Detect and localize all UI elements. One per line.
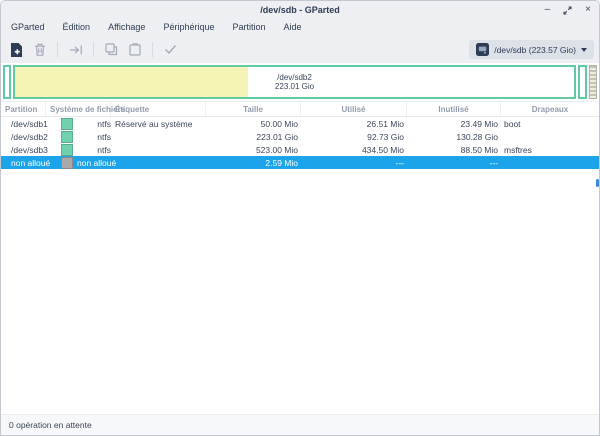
filesystem-color-swatch — [61, 144, 73, 156]
cell-partition: /dev/sdb3 — [1, 145, 53, 155]
resize-move-button[interactable] — [65, 39, 86, 60]
menu-gparted[interactable]: GParted — [2, 19, 54, 36]
paste-button[interactable] — [124, 39, 145, 60]
status-bar: 0 opération en attente — [1, 414, 599, 435]
gparted-window: /dev/sdb - GParted – × GParted Édition A… — [0, 0, 600, 436]
table-row-unallocated-selected[interactable]: non alloué non alloué 2.59 Mio --- --- — [1, 156, 599, 169]
new-partition-button[interactable] — [6, 39, 27, 60]
table-empty-area — [1, 169, 599, 414]
cell-filesystem: ntfs — [77, 132, 111, 142]
cell-fs-swatch — [53, 144, 77, 156]
disk-visual-bar: /dev/sdb2 223.01 Gio — [1, 63, 599, 101]
pending-operations-status: 0 opération en attente — [9, 420, 92, 430]
cell-partition: non alloué — [1, 158, 53, 168]
minimize-button[interactable]: – — [545, 5, 551, 15]
filesystem-color-swatch — [61, 131, 73, 143]
filesystem-color-swatch — [61, 157, 73, 169]
toolbar-separator — [93, 42, 94, 57]
cell-unused: 130.28 Gio — [407, 132, 501, 142]
toolbar-separator — [57, 42, 58, 57]
column-header-filesystem[interactable]: Système de fichiers — [46, 102, 111, 118]
menu-aide[interactable]: Aide — [275, 19, 311, 36]
menu-edition[interactable]: Édition — [54, 19, 100, 36]
menu-peripherique[interactable]: Périphérique — [154, 19, 223, 36]
cell-unused: 23.49 Mio — [407, 119, 501, 129]
cell-filesystem: ntfs — [77, 119, 111, 129]
cell-partition: /dev/sdb2 — [1, 132, 53, 142]
column-header-label[interactable]: Étiquette — [111, 102, 206, 118]
column-header-size[interactable]: Taille — [206, 102, 301, 118]
column-header-used[interactable]: Utilisé — [301, 102, 407, 118]
trash-icon — [34, 43, 46, 56]
delete-partition-button[interactable] — [29, 39, 50, 60]
toolbar: /dev/sdb (223.57 Gio) — [1, 36, 599, 63]
paste-icon — [129, 43, 141, 56]
apply-operations-button[interactable] — [160, 39, 181, 60]
cell-filesystem: non alloué — [77, 158, 111, 168]
column-header-flags[interactable]: Drapeaux — [501, 102, 599, 118]
toolbar-separator — [152, 42, 153, 57]
column-header-partition[interactable]: Partition — [1, 102, 46, 118]
cell-used: 26.51 Mio — [301, 119, 407, 129]
scrollbar-indicator[interactable] — [596, 179, 599, 187]
device-selector[interactable]: /dev/sdb (223.57 Gio) — [469, 40, 594, 59]
title-bar: /dev/sdb - GParted – × — [1, 1, 599, 19]
cell-used: 92.73 Gio — [301, 132, 407, 142]
disk-segment-unallocated[interactable] — [589, 65, 597, 99]
disk-segment-sdb2[interactable]: /dev/sdb2 223.01 Gio — [13, 65, 576, 99]
menu-affichage[interactable]: Affichage — [99, 19, 154, 36]
filesystem-color-swatch — [61, 118, 73, 130]
cell-fs-swatch — [53, 118, 77, 130]
table-header: Partition Système de fichiers Étiquette … — [1, 101, 599, 117]
partition-table: Partition Système de fichiers Étiquette … — [1, 101, 599, 169]
close-button[interactable]: × — [585, 5, 591, 15]
menu-bar: GParted Édition Affichage Périphérique P… — [1, 19, 599, 36]
menu-partition[interactable]: Partition — [223, 19, 274, 36]
cell-flags: msftres — [501, 145, 599, 155]
cell-used: 434.50 Mio — [301, 145, 407, 155]
restore-button[interactable] — [563, 6, 572, 15]
cell-label: Réservé au système — [111, 119, 206, 129]
partition-name-label: /dev/sdb2 — [277, 73, 312, 83]
window-title: /dev/sdb - GParted — [260, 5, 340, 15]
cell-used: --- — [301, 158, 407, 168]
cell-size: 50.00 Mio — [206, 119, 301, 129]
cell-size: 2.59 Mio — [206, 158, 301, 168]
cell-fs-swatch — [53, 131, 77, 143]
table-row-sdb3[interactable]: /dev/sdb3 ntfs 523.00 Mio 434.50 Mio 88.… — [1, 143, 599, 156]
column-header-unused[interactable]: Inutilisé — [407, 102, 501, 118]
apply-check-icon — [164, 44, 177, 55]
resize-move-icon — [69, 44, 83, 56]
partition-size-label: 223.01 Gio — [275, 82, 314, 92]
window-controls: – × — [545, 1, 591, 19]
cell-filesystem: ntfs — [77, 145, 111, 155]
disk-segment-sdb1[interactable] — [3, 65, 11, 99]
selected-partition-label: /dev/sdb2 223.01 Gio — [15, 67, 574, 97]
disk-segment-sdb3[interactable] — [578, 65, 587, 99]
table-row-sdb2[interactable]: /dev/sdb2 ntfs 223.01 Gio 92.73 Gio 130.… — [1, 130, 599, 143]
copy-icon — [105, 43, 118, 56]
cell-fs-swatch — [53, 157, 77, 169]
table-row-sdb1[interactable]: /dev/sdb1 ntfs Réservé au système 50.00 … — [1, 117, 599, 130]
new-partition-icon — [10, 43, 23, 57]
cell-unused: 88.50 Mio — [407, 145, 501, 155]
disk-drive-icon — [476, 43, 489, 56]
cell-size: 223.01 Gio — [206, 132, 301, 142]
copy-button[interactable] — [101, 39, 122, 60]
cell-partition: /dev/sdb1 — [1, 119, 53, 129]
cell-unused: --- — [407, 158, 501, 168]
cell-size: 523.00 Mio — [206, 145, 301, 155]
chevron-down-icon — [581, 48, 587, 52]
cell-flags: boot — [501, 119, 599, 129]
device-selector-value: /dev/sdb (223.57 Gio) — [494, 45, 576, 55]
restore-icon — [563, 6, 572, 15]
